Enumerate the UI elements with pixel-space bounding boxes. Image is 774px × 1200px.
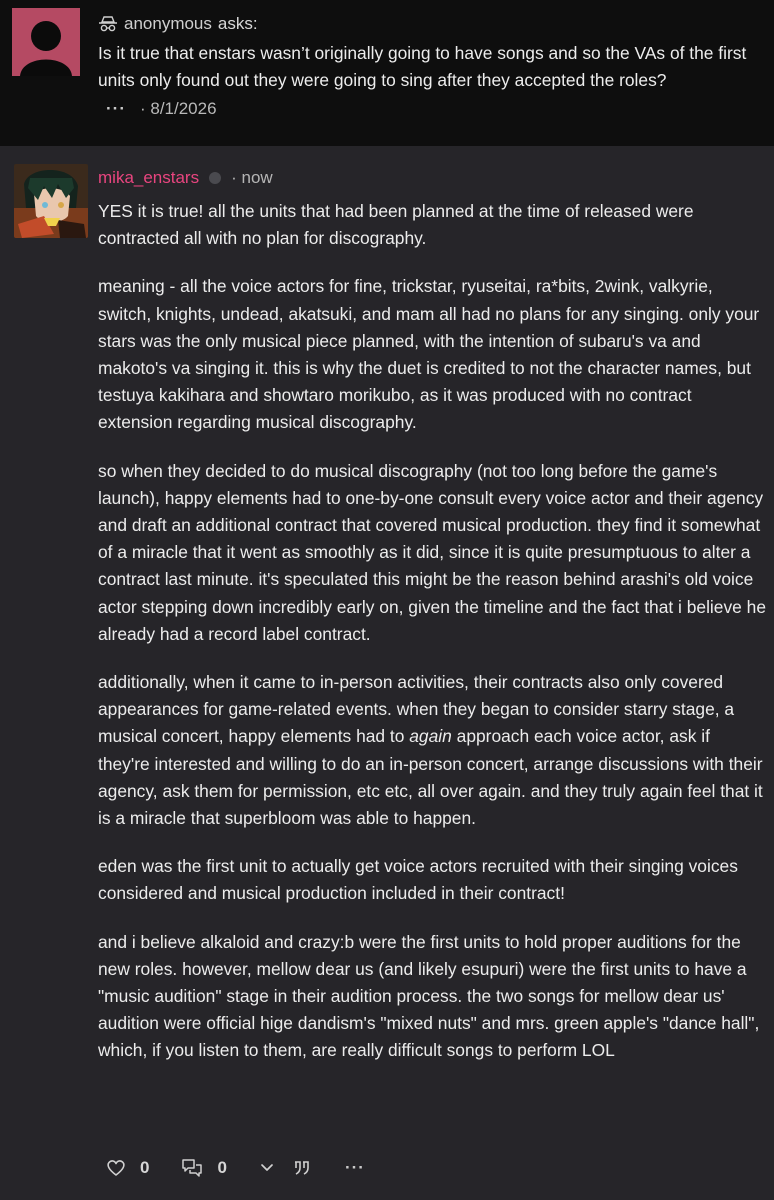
- avatar-image: [14, 164, 88, 238]
- question-text: Is it true that enstars wasn’t originall…: [98, 43, 747, 90]
- mika-avatar[interactable]: [14, 164, 88, 238]
- quote-icon: [294, 1161, 309, 1175]
- answerer-username[interactable]: mika_enstars: [98, 168, 199, 188]
- emphasis-again: again: [409, 726, 452, 747]
- chevron-down-icon: [261, 1164, 273, 1171]
- answer-paragraph: YES it is true! all the units that had b…: [98, 201, 694, 249]
- answer-body: YES it is true! all the units that had b…: [98, 198, 766, 1086]
- quote-button[interactable]: [293, 1160, 311, 1176]
- more-icon[interactable]: ···: [345, 1158, 365, 1178]
- answer-paragraph: meaning - all the voice actors for fine,…: [98, 276, 760, 433]
- like-button[interactable]: 0: [106, 1158, 149, 1178]
- expand-button[interactable]: [259, 1162, 275, 1174]
- comment-button[interactable]: 0: [181, 1158, 227, 1178]
- answer-time: · now: [231, 168, 273, 187]
- incognito-icon: [99, 16, 117, 32]
- answer-paragraph: and i believe alkaloid and crazy:b were …: [98, 931, 760, 1061]
- ask-meta: ··· · 8/1/2026: [106, 99, 217, 119]
- anonymous-avatar[interactable]: [12, 8, 80, 76]
- comment-count: 0: [217, 1158, 227, 1177]
- answer-paragraph: so when they decided to do musical disco…: [98, 460, 767, 644]
- answer-header: mika_enstars · now: [98, 168, 273, 188]
- heart-icon: [107, 1160, 125, 1176]
- like-count: 0: [140, 1158, 150, 1177]
- ask-more-button[interactable]: ···: [106, 99, 126, 119]
- answer-paragraph: additionally, when it came to in-person …: [98, 669, 766, 832]
- ask-date: · 8/1/2026: [139, 99, 217, 118]
- answer-card: mika_enstars · now YES it is true! all t…: [0, 146, 774, 1200]
- comment-icon: [182, 1159, 203, 1177]
- asker-username: anonymous: [124, 14, 212, 33]
- answer-paragraph: eden was the first unit to actually get …: [98, 856, 738, 904]
- online-status-icon: [209, 172, 222, 184]
- ask-header: anonymous asks:: [98, 14, 258, 34]
- action-bar: 0 0 ···: [106, 1158, 365, 1178]
- default-user-icon: [12, 8, 80, 76]
- asks-label: asks:: [217, 14, 258, 33]
- question-card: anonymous asks: Is it true that enstars …: [0, 0, 774, 146]
